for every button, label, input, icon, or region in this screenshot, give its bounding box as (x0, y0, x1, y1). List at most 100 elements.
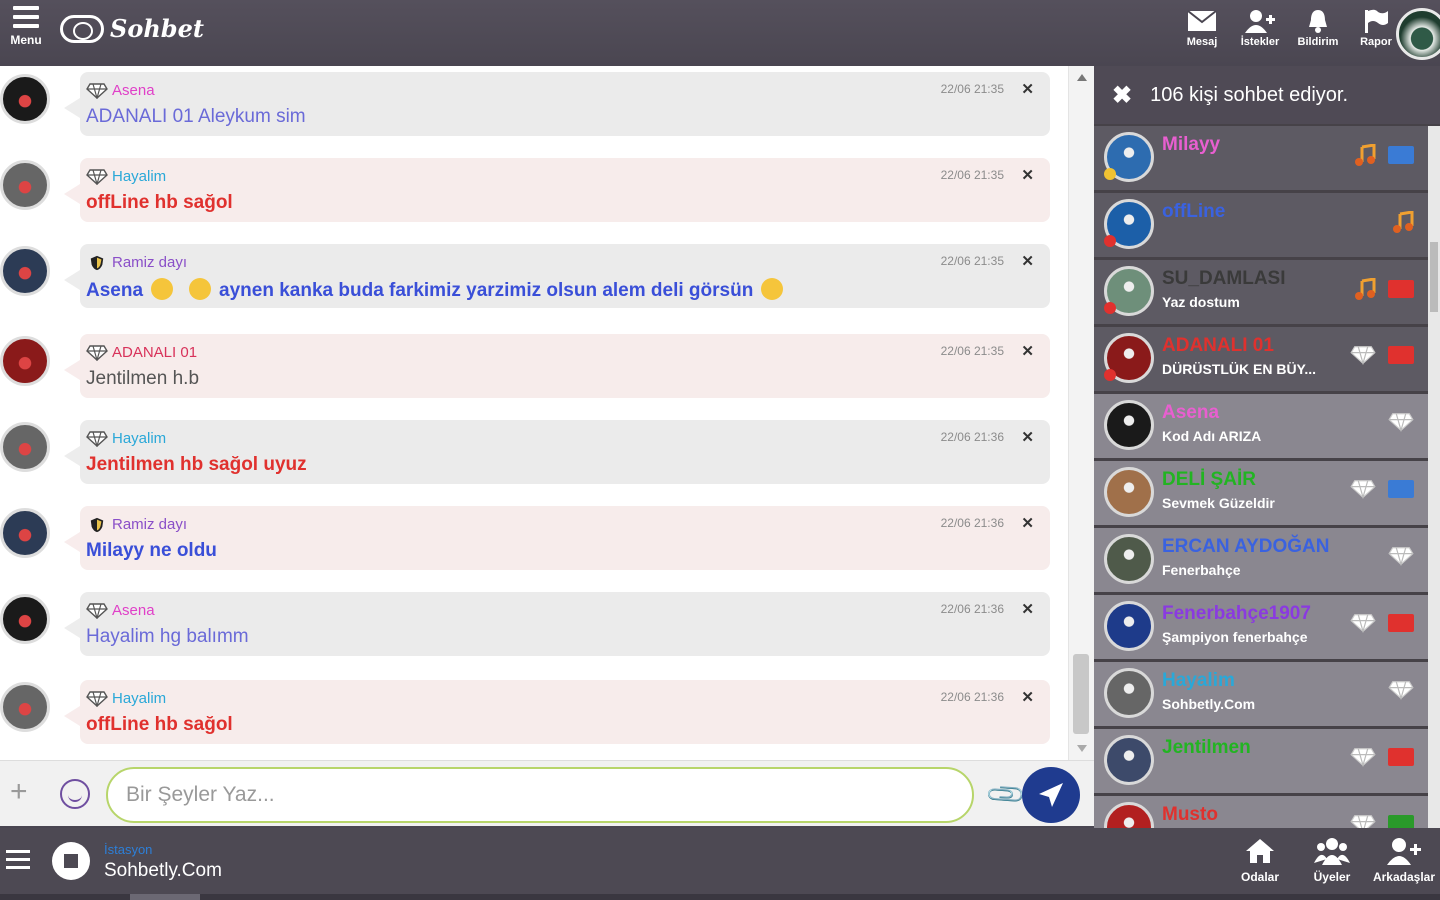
user-list-scrollbar[interactable] (1428, 126, 1440, 828)
user-status-text: Yaz dostum (1162, 294, 1240, 310)
sender-avatar[interactable] (0, 422, 50, 472)
friends-button[interactable]: Arkadaşlar (1368, 834, 1440, 886)
message-input[interactable] (106, 767, 974, 823)
message-body: Hayalim hg balımm (86, 626, 249, 648)
user-name[interactable]: Fenerbahçe1907 (1162, 603, 1311, 625)
sender-name[interactable]: Ramiz dayı (112, 516, 187, 533)
delete-message-icon[interactable]: ✕ (1021, 342, 1034, 360)
sender-avatar[interactable] (0, 246, 50, 296)
members-button[interactable]: Üyeler (1296, 834, 1368, 886)
sender-name[interactable]: Ramiz dayı (112, 254, 187, 271)
delete-message-icon[interactable]: ✕ (1021, 252, 1034, 270)
radio-stop-button[interactable] (52, 842, 90, 880)
user-list-item[interactable]: Milayy (1094, 126, 1428, 190)
user-list-item[interactable]: Musto (1094, 796, 1428, 828)
user-name[interactable]: DELİ ŞAİR (1162, 469, 1256, 491)
delete-message-icon[interactable]: ✕ (1021, 600, 1034, 618)
message-body: offLine hb sağol (86, 714, 233, 736)
scroll-thumb[interactable] (1073, 654, 1089, 734)
message-sender[interactable]: Hayalim (86, 430, 166, 447)
logo-mark-icon (60, 14, 104, 43)
message-sender[interactable]: Hayalim (86, 690, 166, 707)
sender-avatar[interactable] (0, 682, 50, 732)
delete-message-icon[interactable]: ✕ (1021, 80, 1034, 98)
sender-avatar[interactable] (0, 160, 50, 210)
user-name[interactable]: Musto (1162, 804, 1218, 826)
sender-avatar[interactable] (0, 336, 50, 386)
user-list-item[interactable]: DELİ ŞAİR Sevmek Güzeldir (1094, 461, 1428, 525)
user-badges (1350, 747, 1414, 767)
user-name[interactable]: Milayy (1162, 134, 1220, 156)
menu-button[interactable]: Menu (6, 6, 46, 58)
message-sender[interactable]: Ramiz dayı (86, 254, 187, 271)
user-list-item[interactable]: SU_DAMLASI Yaz dostum (1094, 260, 1428, 324)
emoji-icon[interactable] (60, 779, 90, 809)
user-name[interactable]: ERCAN AYDOĞAN (1162, 536, 1330, 558)
message-sender[interactable]: Hayalim (86, 168, 166, 185)
user-avatar[interactable] (1104, 400, 1154, 450)
plus-icon[interactable]: + (10, 775, 28, 809)
chat-scrollbar[interactable] (1068, 66, 1094, 760)
sender-avatar[interactable] (0, 594, 50, 644)
message-sender[interactable]: ADANALI 01 (86, 344, 197, 361)
sender-name[interactable]: ADANALI 01 (112, 344, 197, 361)
user-name[interactable]: SU_DAMLASI (1162, 268, 1286, 290)
user-name[interactable]: Asena (1162, 402, 1219, 424)
sender-name[interactable]: Hayalim (112, 690, 166, 707)
message-sender[interactable]: Asena (86, 602, 155, 619)
scroll-down-arrow-icon[interactable] (1077, 745, 1087, 752)
delete-message-icon[interactable]: ✕ (1021, 514, 1034, 532)
scroll-up-arrow-icon[interactable] (1077, 74, 1087, 81)
user-avatar[interactable] (1104, 668, 1154, 718)
delete-message-icon[interactable]: ✕ (1021, 428, 1034, 446)
user-name[interactable]: offLine (1162, 201, 1225, 223)
user-name[interactable]: Jentilmen (1162, 737, 1251, 759)
delete-message-icon[interactable]: ✕ (1021, 688, 1034, 706)
message-row: ADANALI 01 Jentilmen h.b 22/06 21:35 ✕ (0, 328, 1068, 398)
user-list-item[interactable]: offLine (1094, 193, 1428, 257)
sender-avatar[interactable] (0, 74, 50, 124)
user-avatar[interactable] (1104, 534, 1154, 584)
user-list-item[interactable]: Jentilmen (1094, 729, 1428, 793)
send-button[interactable] (1022, 767, 1080, 823)
chat-message-list[interactable]: Asena ADANALI 01 Aleykum sim 22/06 21:35 ✕ H… (0, 66, 1068, 760)
logo-text: Sohbet (110, 14, 204, 43)
diamond-icon (1350, 815, 1376, 828)
notification-button[interactable]: Bildirim (1294, 6, 1342, 48)
sender-name[interactable]: Hayalim (112, 430, 166, 447)
message-row: Ramiz dayı Asena aynen kanka buda farkimiz… (0, 238, 1068, 308)
user-list-item[interactable]: ERCAN AYDOĞAN Fenerbahçe (1094, 528, 1428, 592)
sender-name[interactable]: Asena (112, 602, 155, 619)
user-list-item[interactable]: Hayalim Sohbetly.Com (1094, 662, 1428, 726)
requests-button[interactable]: İstekler (1236, 6, 1284, 48)
message-sender[interactable]: Asena (86, 82, 155, 99)
close-icon[interactable]: ✖ (1112, 81, 1132, 110)
country-flag-icon (1388, 480, 1414, 498)
sender-avatar[interactable] (0, 508, 50, 558)
rooms-button[interactable]: Odalar (1224, 834, 1296, 886)
message-button[interactable]: Mesaj (1178, 6, 1226, 48)
sender-name[interactable]: Hayalim (112, 168, 166, 185)
user-avatar[interactable] (1104, 735, 1154, 785)
user-list-item[interactable]: Fenerbahçe1907 Şampiyon fenerbahçe (1094, 595, 1428, 659)
user-name[interactable]: Hayalim (1162, 670, 1235, 692)
report-button[interactable]: Rapor (1352, 6, 1400, 48)
user-avatar[interactable] (1104, 601, 1154, 651)
user-avatar[interactable] (1104, 467, 1154, 517)
logo[interactable]: Sohbet (60, 14, 204, 43)
settings-sliders-icon[interactable] (6, 850, 30, 874)
add-friend-icon (1368, 834, 1440, 868)
profile-avatar[interactable] (1396, 8, 1440, 60)
members-label: Üyeler (1313, 870, 1351, 884)
user-list-item[interactable]: ADANALI 01 DÜRÜSTLÜK EN BÜY... (1094, 327, 1428, 391)
user-list-item[interactable]: Asena Kod Adı ARIZA (1094, 394, 1428, 458)
user-name[interactable]: ADANALI 01 (1162, 335, 1274, 357)
delete-message-icon[interactable]: ✕ (1021, 166, 1034, 184)
user-avatar[interactable] (1104, 802, 1154, 828)
message-timestamp: 22/06 21:36 (940, 602, 1004, 616)
message-sender[interactable]: Ramiz dayı (86, 516, 187, 533)
sender-name[interactable]: Asena (112, 82, 155, 99)
user-list-scroll-thumb[interactable] (1430, 242, 1438, 312)
message-text-continued: aynen kanka buda farkimiz yarzimiz olsun… (219, 280, 754, 301)
online-count-title: 106 kişi sohbet ediyor. (1150, 83, 1349, 106)
